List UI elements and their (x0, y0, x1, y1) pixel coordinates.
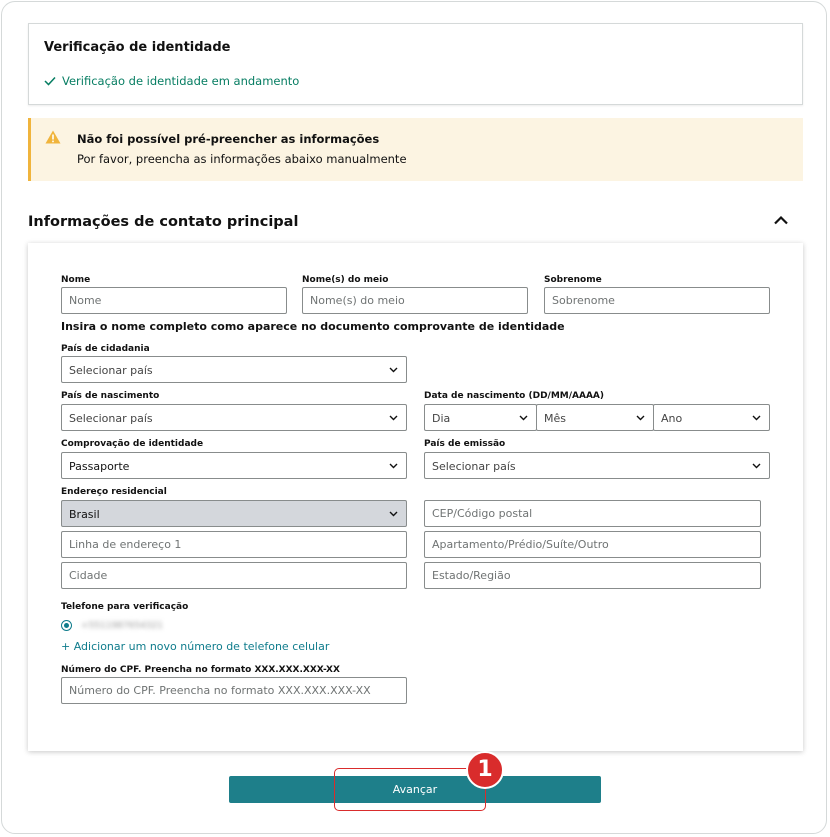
alert-message: Por favor, preencha as informações abaix… (77, 152, 407, 166)
cpf-input[interactable] (61, 677, 407, 704)
phone-radio[interactable] (61, 620, 72, 631)
birth-date-label: Data de nascimento (DD/MM/AAAA) (424, 391, 605, 401)
issuing-country-value: Selecionar país (432, 460, 516, 473)
birth-country-select[interactable]: Selecionar país (61, 404, 407, 431)
address-label: Endereço residencial (61, 487, 167, 497)
collapse-chevron-up-icon[interactable] (773, 214, 789, 226)
address-country-value: Brasil (69, 508, 100, 521)
check-icon (44, 76, 56, 86)
chevron-down-icon (389, 511, 398, 517)
highlight-box (334, 768, 486, 811)
verification-status-text: Verificação de identidade em andamento (62, 74, 300, 88)
city-input[interactable] (61, 562, 407, 589)
issuing-country-select[interactable]: Selecionar país (424, 452, 770, 479)
citizenship-select[interactable]: Selecionar país (61, 356, 407, 383)
birth-year-value: Ano (661, 412, 683, 425)
chevron-down-icon (752, 415, 761, 421)
chevron-down-icon (389, 367, 398, 373)
alert-title: Não foi possível pré-preencher as inform… (77, 132, 380, 146)
citizenship-value: Selecionar país (69, 364, 153, 377)
address-country-select[interactable]: Brasil (61, 500, 407, 527)
cpf-label: Número do CPF. Preencha no formato XXX.X… (61, 665, 340, 675)
address-line1-input[interactable] (61, 531, 407, 558)
verification-status: Verificação de identidade em andamento (44, 74, 299, 88)
add-phone-link[interactable]: + Adicionar um novo número de telefone c… (61, 640, 329, 653)
first-name-label: Nome (61, 275, 91, 285)
warning-icon (45, 130, 61, 144)
middle-name-label: Nome(s) do meio (302, 275, 389, 285)
state-input[interactable] (424, 562, 761, 589)
chevron-down-icon (389, 415, 398, 421)
first-name-input[interactable] (61, 287, 287, 314)
step-badge: 1 (466, 751, 504, 789)
birth-day-select[interactable]: Dia (424, 404, 537, 431)
last-name-input[interactable] (544, 287, 770, 314)
birth-country-label: País de nascimento (61, 391, 160, 401)
birth-country-value: Selecionar país (69, 412, 153, 425)
birth-month-select[interactable]: Mês (536, 404, 654, 431)
identity-verification-box: Verificação de identidade Verificação de… (28, 23, 803, 105)
last-name-label: Sobrenome (544, 275, 602, 285)
id-proof-label: Comprovação de identidade (61, 439, 204, 449)
birth-day-value: Dia (432, 412, 451, 425)
verification-title: Verificação de identidade (44, 40, 231, 55)
birth-year-select[interactable]: Ano (653, 404, 770, 431)
middle-name-input[interactable] (302, 287, 528, 314)
contact-info-card: Nome Nome(s) do meio Sobrenome Insira o … (28, 243, 803, 751)
birth-month-value: Mês (544, 412, 566, 425)
citizenship-label: País de cidadania (61, 344, 150, 354)
name-hint: Insira o nome completo como aparece no d… (61, 320, 565, 333)
prefill-warning-alert: Não foi possível pré-preencher as inform… (28, 118, 803, 181)
chevron-down-icon (752, 463, 761, 469)
id-proof-select[interactable]: Passaporte (61, 452, 407, 479)
chevron-down-icon (389, 463, 398, 469)
section-title: Informações de contato principal (28, 214, 299, 230)
phone-label: Telefone para verificação (61, 602, 189, 612)
phone-number: +5511987654321 (81, 621, 163, 631)
chevron-down-icon (636, 415, 645, 421)
id-proof-value: Passaporte (69, 460, 130, 473)
address-line2-input[interactable] (424, 531, 761, 558)
issuing-country-label: País de emissão (424, 439, 506, 449)
chevron-down-icon (519, 415, 528, 421)
postal-code-input[interactable] (424, 500, 761, 527)
